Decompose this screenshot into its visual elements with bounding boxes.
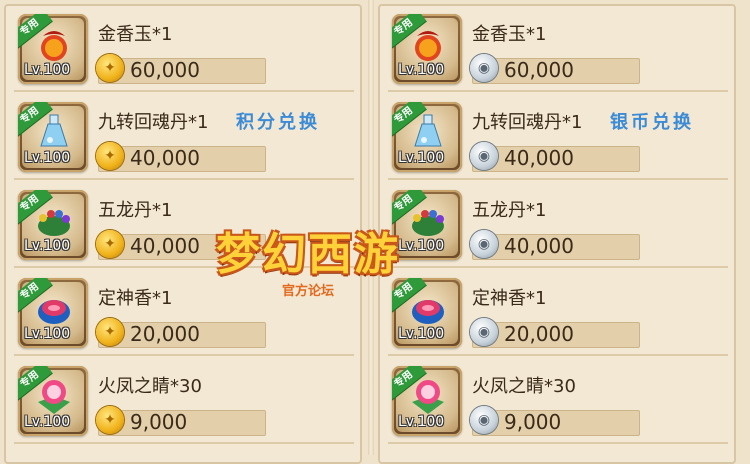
item-slot[interactable]: 专用 Lv.100 <box>392 366 462 436</box>
coin-glyph: ✦ <box>104 236 116 252</box>
silver-coin-icon: ◉ <box>470 406 498 434</box>
shop-item-row[interactable]: 专用 Lv.100 九转回魂丹*1 积分兑换 ✦ 40,000 <box>14 96 354 180</box>
exchange-type-label: 积分兑换 <box>236 112 320 133</box>
item-level: Lv.100 <box>24 150 71 166</box>
item-price: 40,000 <box>504 234 574 258</box>
item-name: 定神香*1 <box>472 288 547 309</box>
item-price: 60,000 <box>504 58 574 82</box>
shop-item-row[interactable]: 专用 Lv.100 火凤之睛*30 ◉ 9,000 <box>388 360 728 444</box>
item-level: Lv.100 <box>398 150 445 166</box>
item-price: 60,000 <box>130 58 200 82</box>
item-slot[interactable]: 专用 Lv.100 <box>18 102 88 172</box>
shop-panel-silver: 专用 Lv.100 金香玉*1 ◉ 60,000 专用 Lv.100 九转回魂丹*1 银币兑换 ◉… <box>378 4 736 464</box>
item-slot[interactable]: 专用 Lv.100 <box>392 102 462 172</box>
item-name: 九转回魂丹*1 <box>472 112 583 133</box>
item-slot[interactable]: 专用 Lv.100 <box>18 366 88 436</box>
item-level: Lv.100 <box>24 62 71 78</box>
item-slot[interactable]: 专用 Lv.100 <box>18 278 88 348</box>
item-price: 20,000 <box>130 322 200 346</box>
item-slot[interactable]: 专用 Lv.100 <box>392 14 462 84</box>
item-name: 金香玉*1 <box>98 24 173 45</box>
shop-item-row[interactable]: 专用 Lv.100 火凤之睛*30 ✦ 9,000 <box>14 360 354 444</box>
shop-item-row[interactable]: 专用 Lv.100 定神香*1 ◉ 20,000 <box>388 272 728 356</box>
item-name: 五龙丹*1 <box>98 200 173 221</box>
gold-coin-icon: ✦ <box>96 142 124 170</box>
exchange-type-label: 银币兑换 <box>610 112 694 133</box>
item-price: 40,000 <box>504 146 574 170</box>
gold-coin-icon: ✦ <box>96 318 124 346</box>
coin-glyph: ◉ <box>477 60 491 76</box>
silver-coin-icon: ◉ <box>470 54 498 82</box>
item-level: Lv.100 <box>398 326 445 342</box>
item-name: 定神香*1 <box>98 288 173 309</box>
item-price: 20,000 <box>504 322 574 346</box>
shop-item-row[interactable]: 专用 Lv.100 金香玉*1 ✦ 60,000 <box>14 8 354 92</box>
item-level: Lv.100 <box>24 238 71 254</box>
silver-coin-icon: ◉ <box>470 230 498 258</box>
shop-item-row[interactable]: 专用 Lv.100 五龙丹*1 ◉ 40,000 <box>388 184 728 268</box>
coin-glyph: ✦ <box>104 324 116 340</box>
coin-glyph: ✦ <box>104 412 116 428</box>
shop-item-row[interactable]: 专用 Lv.100 九转回魂丹*1 银币兑换 ◉ 40,000 <box>388 96 728 180</box>
item-price: 40,000 <box>130 234 200 258</box>
watermark-title: 梦幻西游 <box>216 229 400 280</box>
item-name: 火凤之睛*30 <box>472 376 576 397</box>
item-name: 金香玉*1 <box>472 24 547 45</box>
shop-item-row[interactable]: 专用 Lv.100 金香玉*1 ◉ 60,000 <box>388 8 728 92</box>
coin-glyph: ◉ <box>477 236 491 252</box>
coin-glyph: ✦ <box>104 148 116 164</box>
item-level: Lv.100 <box>398 414 445 430</box>
coin-glyph: ◉ <box>477 324 491 340</box>
item-slot[interactable]: 专用 Lv.100 <box>18 190 88 260</box>
item-level: Lv.100 <box>398 62 445 78</box>
silver-coin-icon: ◉ <box>470 142 498 170</box>
item-name: 九转回魂丹*1 <box>98 112 209 133</box>
gold-coin-icon: ✦ <box>96 406 124 434</box>
item-price: 40,000 <box>130 146 200 170</box>
silver-coin-icon: ◉ <box>470 318 498 346</box>
item-price: 9,000 <box>130 410 188 434</box>
watermark-logo: 梦幻西游 官方论坛 <box>208 218 408 308</box>
item-price: 9,000 <box>504 410 562 434</box>
item-slot[interactable]: 专用 Lv.100 <box>18 14 88 84</box>
coin-glyph: ◉ <box>477 412 491 428</box>
coin-glyph: ✦ <box>104 60 116 76</box>
item-level: Lv.100 <box>24 414 71 430</box>
item-level: Lv.100 <box>24 326 71 342</box>
coin-glyph: ◉ <box>477 148 491 164</box>
watermark-subtitle: 官方论坛 <box>281 284 334 299</box>
gold-coin-icon: ✦ <box>96 230 124 258</box>
item-name: 火凤之睛*30 <box>98 376 202 397</box>
item-name: 五龙丹*1 <box>472 200 547 221</box>
gold-coin-icon: ✦ <box>96 54 124 82</box>
